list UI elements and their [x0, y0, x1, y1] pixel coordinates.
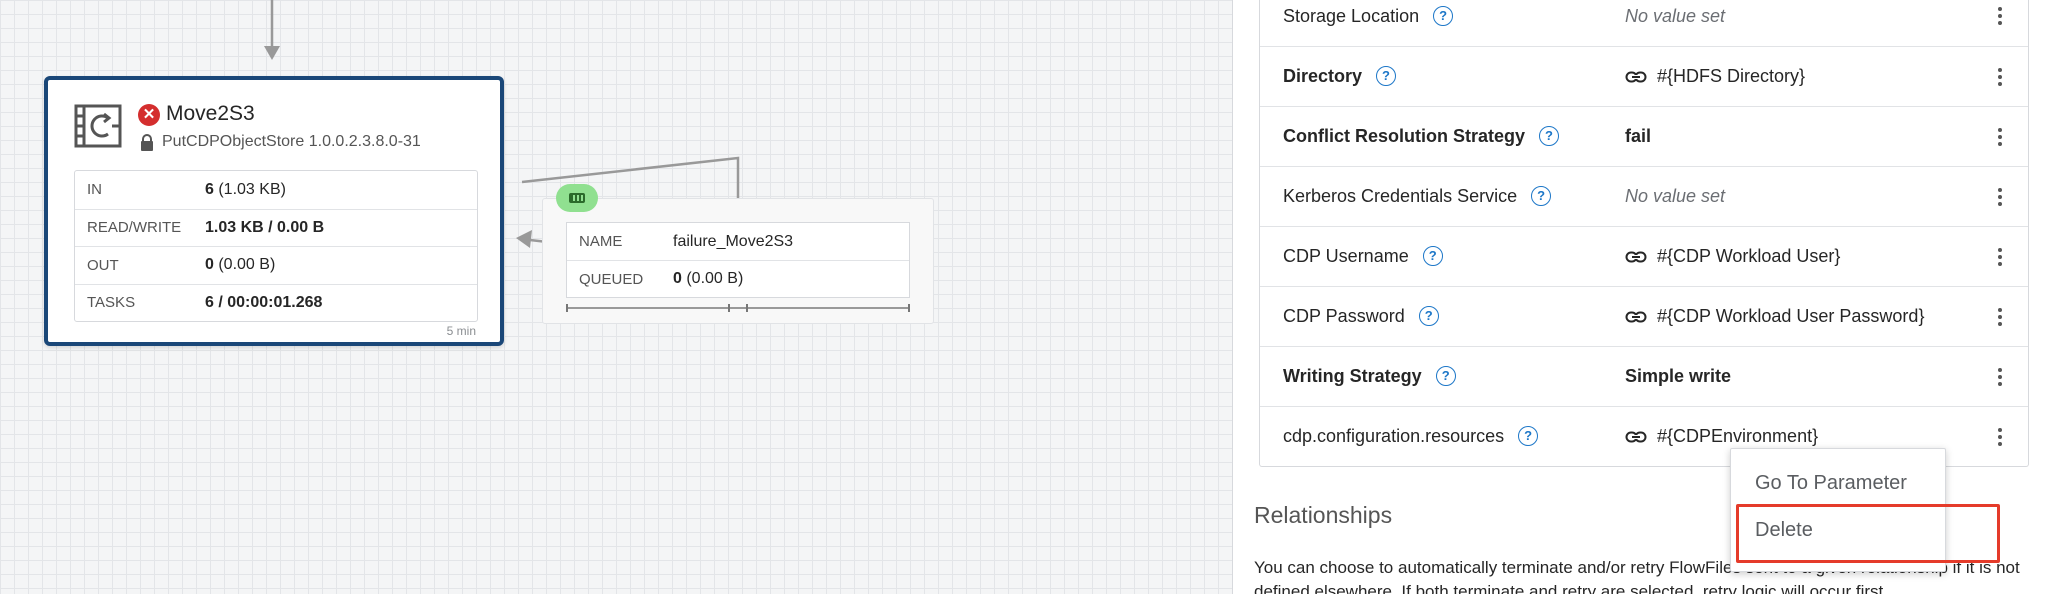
property-row[interactable]: CDP Password? #{CDP Workload User Passwor…: [1260, 286, 2028, 346]
property-value[interactable]: #{CDP Workload User}: [1625, 246, 1840, 267]
property-value[interactable]: Simple write: [1625, 366, 1731, 387]
delete-highlight-box: [1736, 504, 2000, 563]
connection-row-name: NAME failure_Move2S3: [567, 223, 909, 260]
processor-name: Move2S3: [166, 102, 255, 125]
stats-label: TASKS: [87, 294, 136, 312]
processor-stats: IN 6 (1.03 KB) READ/WRITE 1.03 KB / 0.00…: [74, 170, 478, 322]
stats-label: OUT: [87, 256, 119, 274]
properties-table: Storage Location? No value set Directory? #…: [1259, 0, 2029, 467]
property-name: Directory?: [1283, 66, 1397, 87]
error-icon[interactable]: ✕: [138, 104, 160, 126]
property-row[interactable]: Directory? #{HDFS Directory}: [1260, 46, 2028, 106]
property-row[interactable]: Kerberos Credentials Service? No value se…: [1260, 166, 2028, 226]
relationships-heading: Relationships: [1254, 502, 1393, 528]
link-icon: [1625, 431, 1647, 442]
more-options-icon[interactable]: [1998, 67, 2002, 86]
stats-label: READ/WRITE: [87, 219, 182, 237]
property-row[interactable]: Conflict Resolution Strategy? fail: [1260, 106, 2028, 166]
property-row[interactable]: Storage Location? No value set: [1260, 0, 2028, 46]
stats-row-in: IN 6 (1.03 KB): [75, 171, 477, 209]
property-value[interactable]: #{CDP Workload User Password}: [1625, 306, 1924, 327]
more-options-icon[interactable]: [1998, 427, 2002, 446]
property-name: Writing Strategy?: [1283, 366, 1456, 387]
property-value[interactable]: fail: [1625, 126, 1651, 147]
queue-progress-bars: [566, 304, 910, 312]
connection-row-queued: QUEUED 0 (0.00 B): [567, 260, 909, 297]
help-icon[interactable]: ?: [1376, 66, 1397, 86]
connection-details[interactable]: NAME failure_Move2S3 QUEUED 0 (0.00 B): [566, 222, 910, 298]
failure-connection-arrow: [516, 230, 532, 248]
more-options-icon[interactable]: [1998, 127, 2002, 146]
stats-label: IN: [87, 181, 102, 199]
property-value[interactable]: No value set: [1625, 186, 1725, 207]
stats-value: 6 (1.03 KB): [205, 180, 286, 198]
processor-move2s3[interactable]: ✕ Move2S3 PutCDPObjectStore 1.0.0.2.3.8.…: [44, 76, 504, 346]
flow-canvas[interactable]: ✕ Move2S3 PutCDPObjectStore 1.0.0.2.3.8.…: [0, 0, 1232, 594]
connection-label: QUEUED: [579, 270, 644, 288]
property-name: Kerberos Credentials Service?: [1283, 186, 1552, 207]
help-icon[interactable]: ?: [1422, 246, 1443, 266]
more-options-icon[interactable]: [1998, 247, 2002, 266]
link-icon: [1625, 251, 1647, 262]
help-icon[interactable]: ?: [1539, 126, 1560, 146]
connection-label: NAME: [579, 233, 623, 250]
stats-value: 0 (0.00 B): [205, 256, 276, 274]
property-value[interactable]: #{HDFS Directory}: [1625, 66, 1805, 87]
stats-row-out: OUT 0 (0.00 B): [75, 246, 477, 284]
property-value[interactable]: No value set: [1625, 6, 1725, 27]
processor-type: PutCDPObjectStore 1.0.0.2.3.8.0-31: [162, 133, 421, 150]
more-options-icon[interactable]: [1998, 187, 2002, 206]
connection-badge[interactable]: [556, 184, 598, 212]
help-icon[interactable]: ?: [1435, 366, 1456, 386]
property-name: Conflict Resolution Strategy?: [1283, 126, 1560, 147]
stats-row-read-write: READ/WRITE 1.03 KB / 0.00 B: [75, 208, 477, 247]
property-name: CDP Password?: [1283, 306, 1439, 327]
more-options-icon[interactable]: [1998, 7, 2002, 25]
connection-queued: 0 (0.00 B): [673, 270, 744, 287]
property-row[interactable]: CDP Username? #{CDP Workload User}: [1260, 226, 2028, 286]
connection-name: failure_Move2S3: [673, 232, 794, 250]
link-icon: [1625, 71, 1647, 82]
more-options-icon[interactable]: [1998, 307, 2002, 326]
property-name: Storage Location?: [1283, 5, 1454, 27]
stats-row-tasks: TASKS 6 / 00:00:01.268: [75, 283, 477, 322]
help-icon[interactable]: ?: [1531, 186, 1552, 206]
stats-value: 1.03 KB / 0.00 B: [205, 218, 325, 236]
help-icon[interactable]: ?: [1433, 5, 1454, 26]
stats-value: 6 / 00:00:01.268: [205, 293, 323, 311]
more-options-icon[interactable]: [1998, 367, 2002, 386]
menu-item-go-to-parameter[interactable]: Go To Parameter: [1755, 472, 1907, 495]
help-icon[interactable]: ?: [1418, 306, 1439, 326]
queue-icon: [569, 193, 585, 203]
property-name: CDP Username?: [1283, 246, 1443, 267]
lock-icon: [141, 134, 153, 151]
help-icon[interactable]: ?: [1518, 426, 1539, 446]
property-row[interactable]: Writing Strategy? Simple write: [1260, 346, 2028, 406]
property-value[interactable]: #{CDPEnvironment}: [1625, 426, 1818, 447]
processor-icon: [74, 104, 122, 148]
property-name: cdp.configuration.resources?: [1283, 426, 1539, 447]
link-icon: [1625, 311, 1647, 322]
incoming-connection-arrow: [264, 46, 280, 60]
stats-window-label: 5 min: [446, 324, 476, 338]
